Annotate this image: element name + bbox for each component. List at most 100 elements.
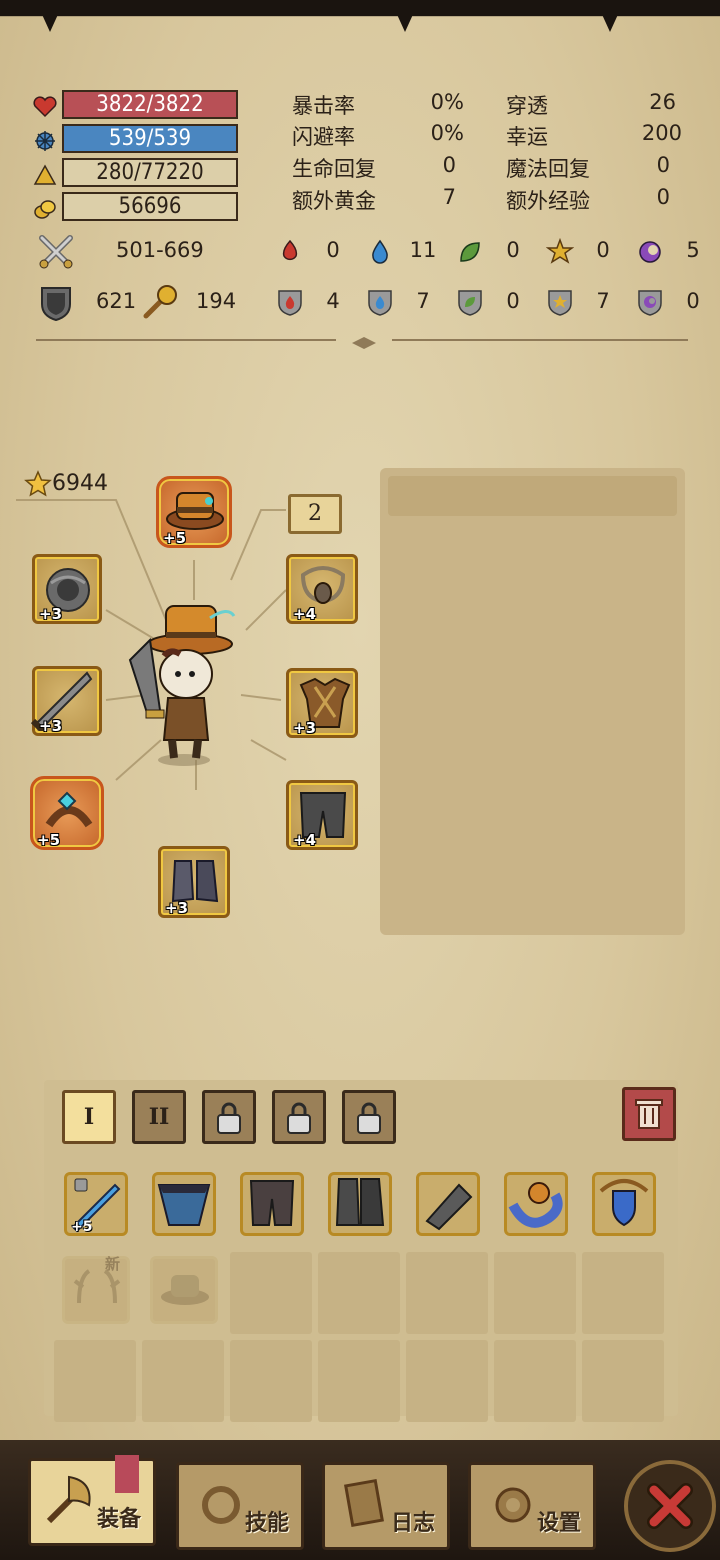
helmet-slot[interactable]: +5 [156,476,232,548]
fire-resist-icon [278,290,302,316]
mp-regen-value: 0 [656,153,670,177]
nav-skills-button[interactable]: 技能 [176,1462,304,1550]
luck-value: 200 [641,121,682,145]
set-bonus-badge[interactable]: 2 [288,494,342,534]
feather-helm-icon [508,1182,563,1228]
fire-attack-value: 0 [326,238,340,262]
inventory-empty-cell[interactable] [54,1340,136,1422]
inventory-item-new-antlers[interactable]: 新 [62,1255,130,1324]
armor-slot[interactable]: +3 [286,668,358,738]
water-attack-value: 11 [409,238,437,262]
attack-value: 501-669 [116,238,204,262]
inventory-empty-cell[interactable] [494,1340,576,1422]
hp-row: 3822/3822 [32,90,242,122]
magic-power-value: 194 [196,289,237,313]
amulet-slot[interactable]: +4 [286,554,358,624]
boots-icon [335,1178,385,1226]
necklace-slot[interactable]: +3 [32,554,102,624]
nav-equip-button[interactable]: 装备 [28,1455,156,1546]
helmet-level: +5 [163,529,187,547]
inventory-empty-cell[interactable] [142,1340,224,1422]
nav-settings-label: 设置 [536,1511,581,1536]
divider-right [392,339,688,341]
nav-log-button[interactable]: 日志 [322,1462,450,1550]
crossed-swords-icon [39,235,73,269]
ring-slot[interactable]: +5 [30,776,104,850]
inventory-item-feather-helm[interactable] [504,1172,568,1236]
inventory-empty-cell[interactable] [494,1252,576,1334]
trash-icon [635,1099,663,1129]
extra-gold-label: 额外黄金 [292,189,376,213]
shield-icon [41,287,71,322]
lock-icon [357,1102,381,1134]
dodge-rate-value: 0% [430,121,464,145]
hero-character[interactable] [124,600,244,770]
bookmark-ribbon [115,1455,139,1493]
bag-tab-1[interactable]: I [62,1090,116,1144]
bag-tab-3-locked[interactable] [202,1090,256,1144]
arcane-attack-icon [639,241,661,263]
nav-skills-label: 技能 [244,1511,289,1536]
inventory-empty-cell[interactable] [582,1252,664,1334]
hp-regen-value: 0 [442,153,456,177]
lock-icon [217,1102,241,1134]
extra-gold-value: 7 [442,185,456,209]
inventory-empty-cell[interactable] [318,1252,400,1334]
bag-tab-4-locked[interactable] [272,1090,326,1144]
inventory-empty-cell[interactable] [230,1252,312,1334]
gauntlet-icon [425,1183,473,1231]
luck-label: 幸运 [506,125,548,149]
water-resist-icon [368,290,392,316]
inventory-empty-cell[interactable] [230,1340,312,1422]
torn-top-edge [0,0,720,40]
gold-row: 56696 [32,192,242,224]
nature-attack-value: 0 [506,238,520,262]
extra-exp-label: 额外经验 [506,189,590,213]
inventory-item-blue-sword[interactable]: +5 [64,1172,128,1236]
nature-attack-icon [460,242,480,262]
close-icon [647,1483,693,1529]
inventory-item-gauntlet[interactable] [416,1172,480,1236]
inventory-item-level: +5 [71,1219,93,1235]
nav-equip-label: 装备 [96,1507,141,1532]
weapon-slot[interactable]: +3 [30,666,102,736]
trash-button[interactable] [622,1087,676,1141]
bag-tab-2[interactable]: II [132,1090,186,1144]
defense-value: 621 [96,289,137,313]
inventory-item-blue-cape[interactable] [152,1172,216,1236]
mana-icon [35,131,55,151]
dodge-rate-label: 闪避率 [292,125,355,149]
amulet-level: +4 [293,605,317,623]
inventory-item-dark-boots[interactable] [328,1172,392,1236]
inventory-item-shield-amulet[interactable] [592,1172,656,1236]
bag-tab-5-locked[interactable] [342,1090,396,1144]
inventory-empty-cell[interactable] [318,1340,400,1422]
boots-slot[interactable]: +3 [158,846,230,918]
inventory-empty-cell[interactable] [406,1340,488,1422]
weapon-level: +3 [39,717,63,735]
axe-icon [46,1475,91,1524]
nav-settings-button[interactable]: 设置 [468,1462,596,1550]
close-button[interactable] [624,1460,716,1552]
inventory-empty-cell[interactable] [582,1340,664,1422]
fire-attack-icon [282,239,298,261]
gold-coins-icon [34,200,56,219]
water-attack-icon [372,239,388,264]
hp-regen-label: 生命回复 [292,157,376,181]
arcane-resist-icon [638,290,662,316]
experience-icon [33,164,57,185]
divider-left [36,339,336,341]
crit-rate-label: 暴击率 [292,94,355,118]
extra-exp-value: 0 [656,185,670,209]
item-info-panel [380,468,685,935]
hat-icon [166,492,224,530]
hat-icon [161,1275,209,1305]
inventory-item-locked-hat[interactable] [150,1256,218,1324]
pants-icon [249,1180,295,1226]
power-score: 6944 [52,471,108,496]
crit-rate-value: 0% [430,90,464,114]
inventory-item-dark-pants[interactable] [240,1172,304,1236]
inventory-empty-cell[interactable] [406,1252,488,1334]
pants-slot[interactable]: +4 [286,780,358,850]
ring-level: +5 [37,831,61,849]
